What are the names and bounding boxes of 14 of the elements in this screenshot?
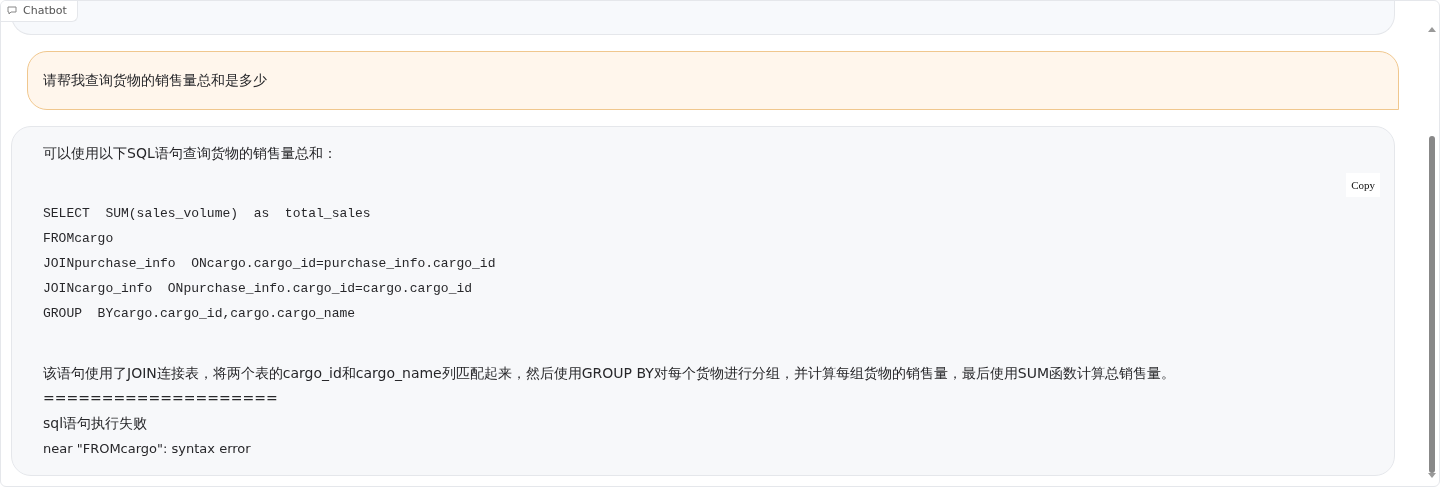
- code-line: JOINpurchase_info ONcargo.cargo_id=purchase_info.cargo_id: [43, 255, 497, 273]
- message-text: 请帮我查询货物的销售量总和是多少: [43, 71, 267, 90]
- message-text: 该语句使用了JOIN连接表，将两个表的cargo_id和cargo_name列匹配起来，然后使用GROUP BY对每个货物进行分组，并计算每组货物的销售量，最后使用SUM函数计算总销售量。: [43, 364, 1176, 383]
- chat-icon: [7, 6, 17, 15]
- code-line: GROUP BYcargo.cargo_id,cargo.cargo_name: [43, 305, 357, 323]
- message-text: sql语句执行失败: [43, 414, 148, 433]
- label-text: Chatbot: [23, 4, 67, 17]
- message-text: 可以使用以下SQL语句查询货物的销售量总和：: [43, 144, 337, 163]
- code-line: JOINcargo_info ONpurchase_info.cargo_id=cargo.cargo_id: [43, 280, 474, 298]
- code-line: FROMcargo: [43, 230, 115, 248]
- copy-button[interactable]: Copy: [1346, 173, 1380, 197]
- message-text: ====================: [43, 389, 278, 408]
- message-text: near "FROMcargo": syntax error: [43, 440, 251, 458]
- code-line: SELECT SUM(sales_volume) as total_sales: [43, 205, 372, 223]
